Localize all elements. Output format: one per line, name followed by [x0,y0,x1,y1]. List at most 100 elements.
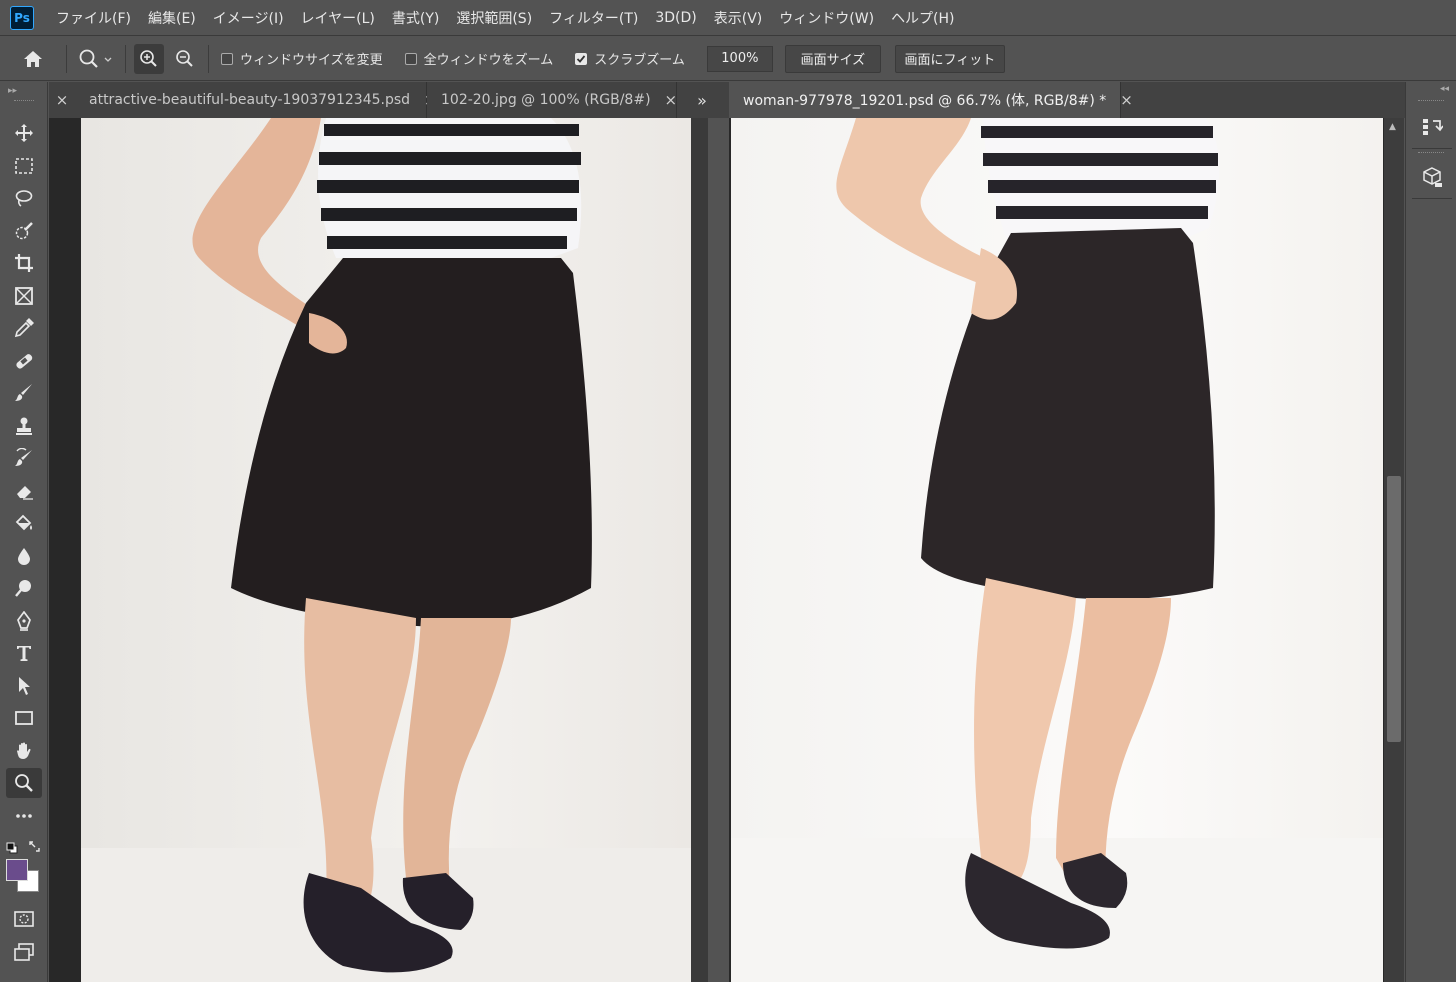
menu-bar: Ps ファイル(F) 編集(E) イメージ(I) レイヤー(L) 書式(Y) 選… [0,0,1456,36]
eyedropper-icon [14,318,34,338]
options-bar: ウィンドウサイズを変更 全ウィンドウをズーム スクラブズーム 100% 画面サイ… [0,37,1456,81]
stamp-icon [16,417,32,435]
rectangle-tool[interactable] [6,703,42,733]
more-tools-button[interactable] [6,801,42,831]
menu-filter[interactable]: フィルター(T) [549,8,638,28]
healing-brush-tool[interactable] [6,346,42,376]
checkbox-box-checked[interactable] [575,52,588,65]
zoom-all-windows-label: 全ウィンドウをズーム [423,53,554,68]
pen-tool[interactable] [6,606,42,636]
tab-title: 102-20.jpg @ 100% (RGB/8#) [441,92,651,108]
paint-bucket-tool[interactable] [6,508,42,538]
tab-close-icon[interactable]: × [1120,91,1133,109]
type-tool[interactable] [6,638,42,668]
actual-size-button[interactable]: 画面サイズ [784,44,881,73]
home-icon[interactable] [0,37,66,81]
screen-mode-icon [14,943,34,961]
zoom-in-icon[interactable] [134,43,164,74]
left-scrollbar[interactable] [691,118,708,982]
crop-tool[interactable] [6,248,42,278]
scrubby-zoom-checkbox[interactable]: スクラブズーム [575,49,685,68]
zoom-out-icon[interactable] [170,44,200,74]
zoom-all-windows-checkbox[interactable]: 全ウィンドウをズーム [404,49,554,68]
path-selection-tool[interactable] [6,671,42,701]
eraser-icon [17,486,33,500]
move-tool[interactable] [6,118,42,148]
healing-icon [16,354,33,369]
tab-overflow-icon[interactable]: » [677,91,727,110]
tab-attractive-beautiful[interactable]: attractive-beautiful-beauty-19037912345.… [75,82,437,118]
tab-102-20[interactable]: 102-20.jpg @ 100% (RGB/8#) × [427,82,677,118]
tab-close-icon[interactable]: × [665,91,678,109]
left-canvas-image[interactable] [81,118,691,982]
paint-bucket-icon [15,514,32,531]
right-scrollbar-thumb[interactable] [1387,476,1401,742]
quick-mask-button[interactable] [6,904,42,934]
quick-select-tool[interactable] [6,216,42,246]
menu-view[interactable]: 表示(V) [714,8,763,28]
clone-stamp-tool[interactable] [6,411,42,441]
scroll-up-icon[interactable]: ▲ [1389,122,1396,132]
checkbox-box[interactable] [221,52,233,65]
quick-mask-icon [14,911,34,927]
screen-mode-button[interactable] [6,937,42,967]
marquee-tool[interactable] [6,151,42,181]
marquee-icon [15,158,33,174]
type-icon [17,646,31,661]
default-colors-icon[interactable] [6,839,18,858]
frame-tool[interactable] [6,281,42,311]
photoshop-logo[interactable]: Ps [10,5,34,30]
more-icon [16,814,32,818]
eraser-tool[interactable] [6,476,42,506]
swap-colors-icon[interactable] [28,838,41,857]
zoom-tool[interactable] [6,768,42,798]
right-canvas-image[interactable] [731,118,1383,982]
blur-icon [18,548,30,565]
menu-select[interactable]: 選択範囲(S) [456,8,532,28]
checkbox-box[interactable] [404,52,417,65]
collapse-icon[interactable]: ◂◂ [1440,84,1449,94]
zoom-percent-field[interactable]: 100% [706,45,773,72]
lasso-tool[interactable] [6,183,42,213]
dodge-icon [15,580,31,597]
foreground-color-swatch[interactable] [6,859,28,881]
zoom-icon [15,774,33,792]
menu-layer[interactable]: レイヤー(L) [301,8,375,28]
grip-icon[interactable] [14,100,34,102]
tab-woman-977978[interactable]: woman-977978_19201.psd @ 66.7% (体, RGB/8… [729,82,1133,118]
menu-type[interactable]: 書式(Y) [392,8,439,28]
fit-screen-button[interactable]: 画面にフィット [894,44,1005,73]
eyedropper-tool[interactable] [6,313,42,343]
menu-edit[interactable]: 編集(E) [148,8,196,28]
menu-file[interactable]: ファイル(F) [56,8,131,28]
menu-help[interactable]: ヘルプ(H) [891,8,954,28]
resize-windows-label: ウィンドウサイズを変更 [240,53,383,68]
grip-icon[interactable] [1418,152,1444,154]
separator [208,44,209,73]
pen-icon [17,611,31,631]
quick-select-icon [15,222,33,240]
menu-image[interactable]: イメージ(I) [213,8,284,28]
separator [1412,148,1452,149]
dodge-tool[interactable] [6,573,42,603]
brush-icon [15,384,32,401]
3d-panel-button[interactable] [1414,162,1450,192]
move-icon [15,124,33,142]
grip-icon[interactable] [1418,100,1444,102]
menu-3d[interactable]: 3D(D) [655,10,696,26]
resize-windows-checkbox[interactable]: ウィンドウサイズを変更 [221,49,383,68]
hand-tool[interactable] [6,736,42,766]
zoom-tool-preset-icon[interactable] [67,37,125,81]
separator [125,44,126,73]
tools-panel: ▸▸ [0,82,48,982]
collapse-icon[interactable]: ▸▸ [8,86,17,96]
blur-tool[interactable] [6,541,42,571]
brush-tool[interactable] [6,378,42,408]
path-select-icon [19,677,30,695]
menu-window[interactable]: ウィンドウ(W) [779,8,874,28]
history-brush-tool[interactable] [6,443,42,473]
history-panel-button[interactable] [1414,112,1450,142]
rectangle-icon [15,711,33,725]
lasso-icon [15,190,33,207]
close-panel-icon[interactable]: × [49,91,75,109]
